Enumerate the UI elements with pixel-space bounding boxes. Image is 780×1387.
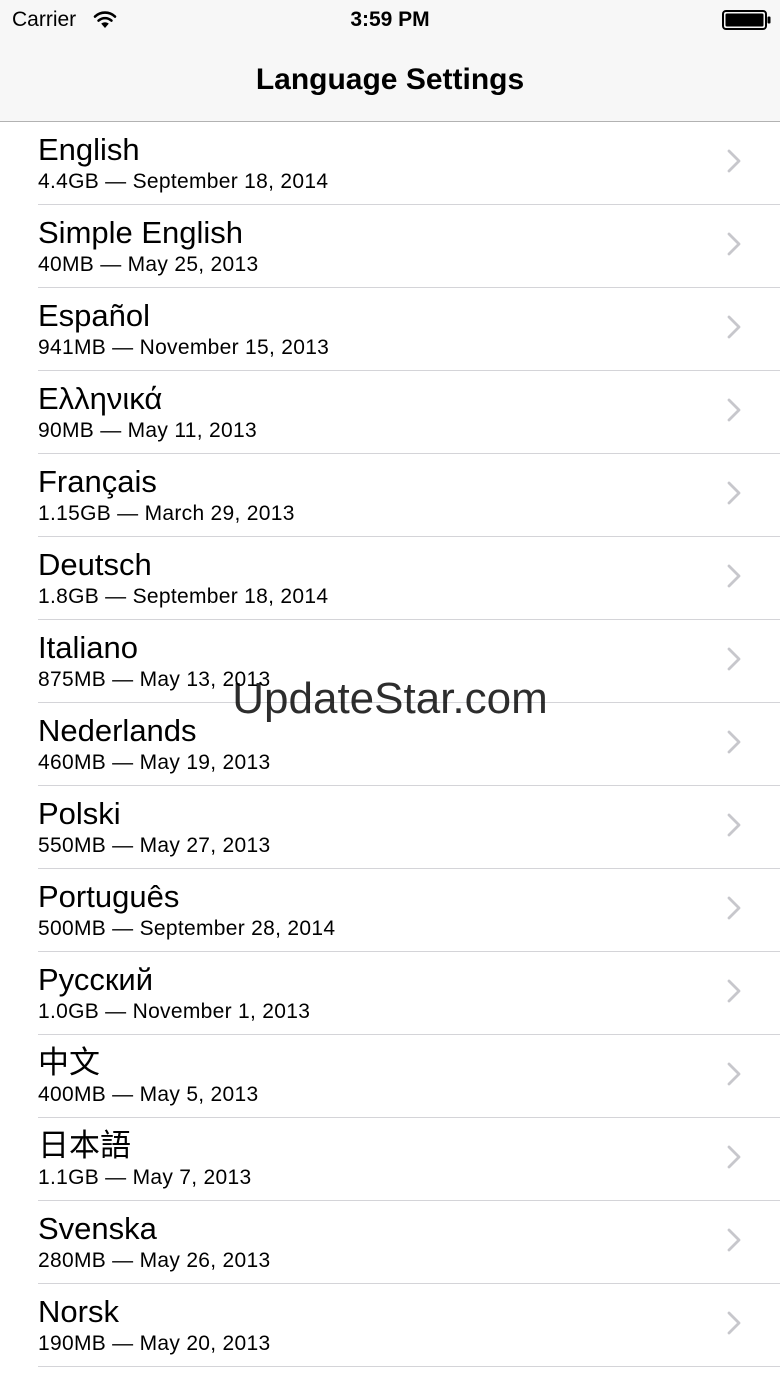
- chevron-right-icon: [727, 647, 741, 671]
- chevron-right-icon: [727, 1062, 741, 1086]
- chevron-right-icon: [727, 1311, 741, 1335]
- language-row[interactable]: Français 1.15GB — March 29, 2013: [0, 454, 780, 537]
- chevron-right-icon: [727, 730, 741, 754]
- language-name: Svenska: [38, 1211, 157, 1246]
- language-row[interactable]: Italiano 875MB — May 13, 2013: [0, 620, 780, 703]
- language-size-date: 190MB — May 20, 2013: [38, 1332, 271, 1355]
- language-size-date: 400MB — May 5, 2013: [38, 1083, 259, 1106]
- language-row[interactable]: Deutsch 1.8GB — September 18, 2014: [0, 537, 780, 620]
- language-name: Norsk: [38, 1294, 119, 1329]
- language-list: English 4.4GB — September 18, 2014 Simple …: [0, 122, 780, 1367]
- language-row[interactable]: Norsk 190MB — May 20, 2013: [0, 1284, 780, 1367]
- language-row[interactable]: Ελληνικά 90MB — May 11, 2013: [0, 371, 780, 454]
- language-row[interactable]: 日本語 1.1GB — May 7, 2013: [0, 1118, 780, 1201]
- language-size-date: 550MB — May 27, 2013: [38, 834, 271, 857]
- language-row[interactable]: 中文 400MB — May 5, 2013: [0, 1035, 780, 1118]
- chevron-right-icon: [727, 232, 741, 256]
- language-size-date: 90MB — May 11, 2013: [38, 419, 257, 442]
- language-size-date: 1.0GB — November 1, 2013: [38, 1000, 311, 1023]
- language-row[interactable]: Español 941MB — November 15, 2013: [0, 288, 780, 371]
- language-name: Русский: [38, 962, 154, 997]
- language-size-date: 1.8GB — September 18, 2014: [38, 585, 329, 608]
- chevron-right-icon: [727, 398, 741, 422]
- chevron-right-icon: [727, 1228, 741, 1252]
- chevron-right-icon: [727, 315, 741, 339]
- chevron-right-icon: [727, 979, 741, 1003]
- language-name: Español: [38, 298, 151, 333]
- language-row[interactable]: Polski 550MB — May 27, 2013: [0, 786, 780, 869]
- chevron-right-icon: [727, 896, 741, 920]
- language-name: Ελληνικά: [38, 381, 163, 416]
- language-row[interactable]: English 4.4GB — September 18, 2014: [0, 122, 780, 205]
- language-name: 日本語: [38, 1128, 131, 1163]
- language-name: Deutsch: [38, 547, 152, 582]
- language-row[interactable]: Svenska 280MB — May 26, 2013: [0, 1201, 780, 1284]
- battery-icon: [722, 10, 771, 30]
- language-name: Français: [38, 464, 157, 499]
- language-size-date: 941MB — November 15, 2013: [38, 336, 330, 359]
- chevron-right-icon: [727, 149, 741, 173]
- language-row[interactable]: Português 500MB — September 28, 2014: [0, 869, 780, 952]
- chevron-right-icon: [727, 1145, 741, 1169]
- navigation-bar: Language Settings: [0, 40, 780, 122]
- language-row[interactable]: Simple English 40MB — May 25, 2013: [0, 205, 780, 288]
- language-name: Português: [38, 879, 180, 914]
- language-row[interactable]: Nederlands 460MB — May 19, 2013: [0, 703, 780, 786]
- status-bar: Carrier 3:59 PM: [0, 0, 780, 40]
- status-time: 3:59 PM: [350, 8, 430, 31]
- chevron-right-icon: [727, 813, 741, 837]
- language-name: Polski: [38, 796, 121, 831]
- language-size-date: 4.4GB — September 18, 2014: [38, 170, 329, 193]
- language-size-date: 280MB — May 26, 2013: [38, 1249, 271, 1272]
- chevron-right-icon: [727, 481, 741, 505]
- language-size-date: 40MB — May 25, 2013: [38, 253, 259, 276]
- language-size-date: 1.15GB — March 29, 2013: [38, 502, 295, 525]
- language-size-date: 500MB — September 28, 2014: [38, 917, 336, 940]
- page-title: Language Settings: [255, 63, 525, 96]
- language-name: English: [38, 132, 140, 167]
- language-size-date: 460MB — May 19, 2013: [38, 751, 271, 774]
- language-name: Nederlands: [38, 713, 197, 748]
- language-size-date: 1.1GB — May 7, 2013: [38, 1166, 252, 1189]
- language-name: Italiano: [38, 630, 138, 665]
- language-size-date: 875MB — May 13, 2013: [38, 668, 271, 691]
- language-name: Simple English: [38, 215, 244, 250]
- language-row[interactable]: Русский 1.0GB — November 1, 2013: [0, 952, 780, 1035]
- language-name: 中文: [38, 1045, 100, 1080]
- chevron-right-icon: [727, 564, 741, 588]
